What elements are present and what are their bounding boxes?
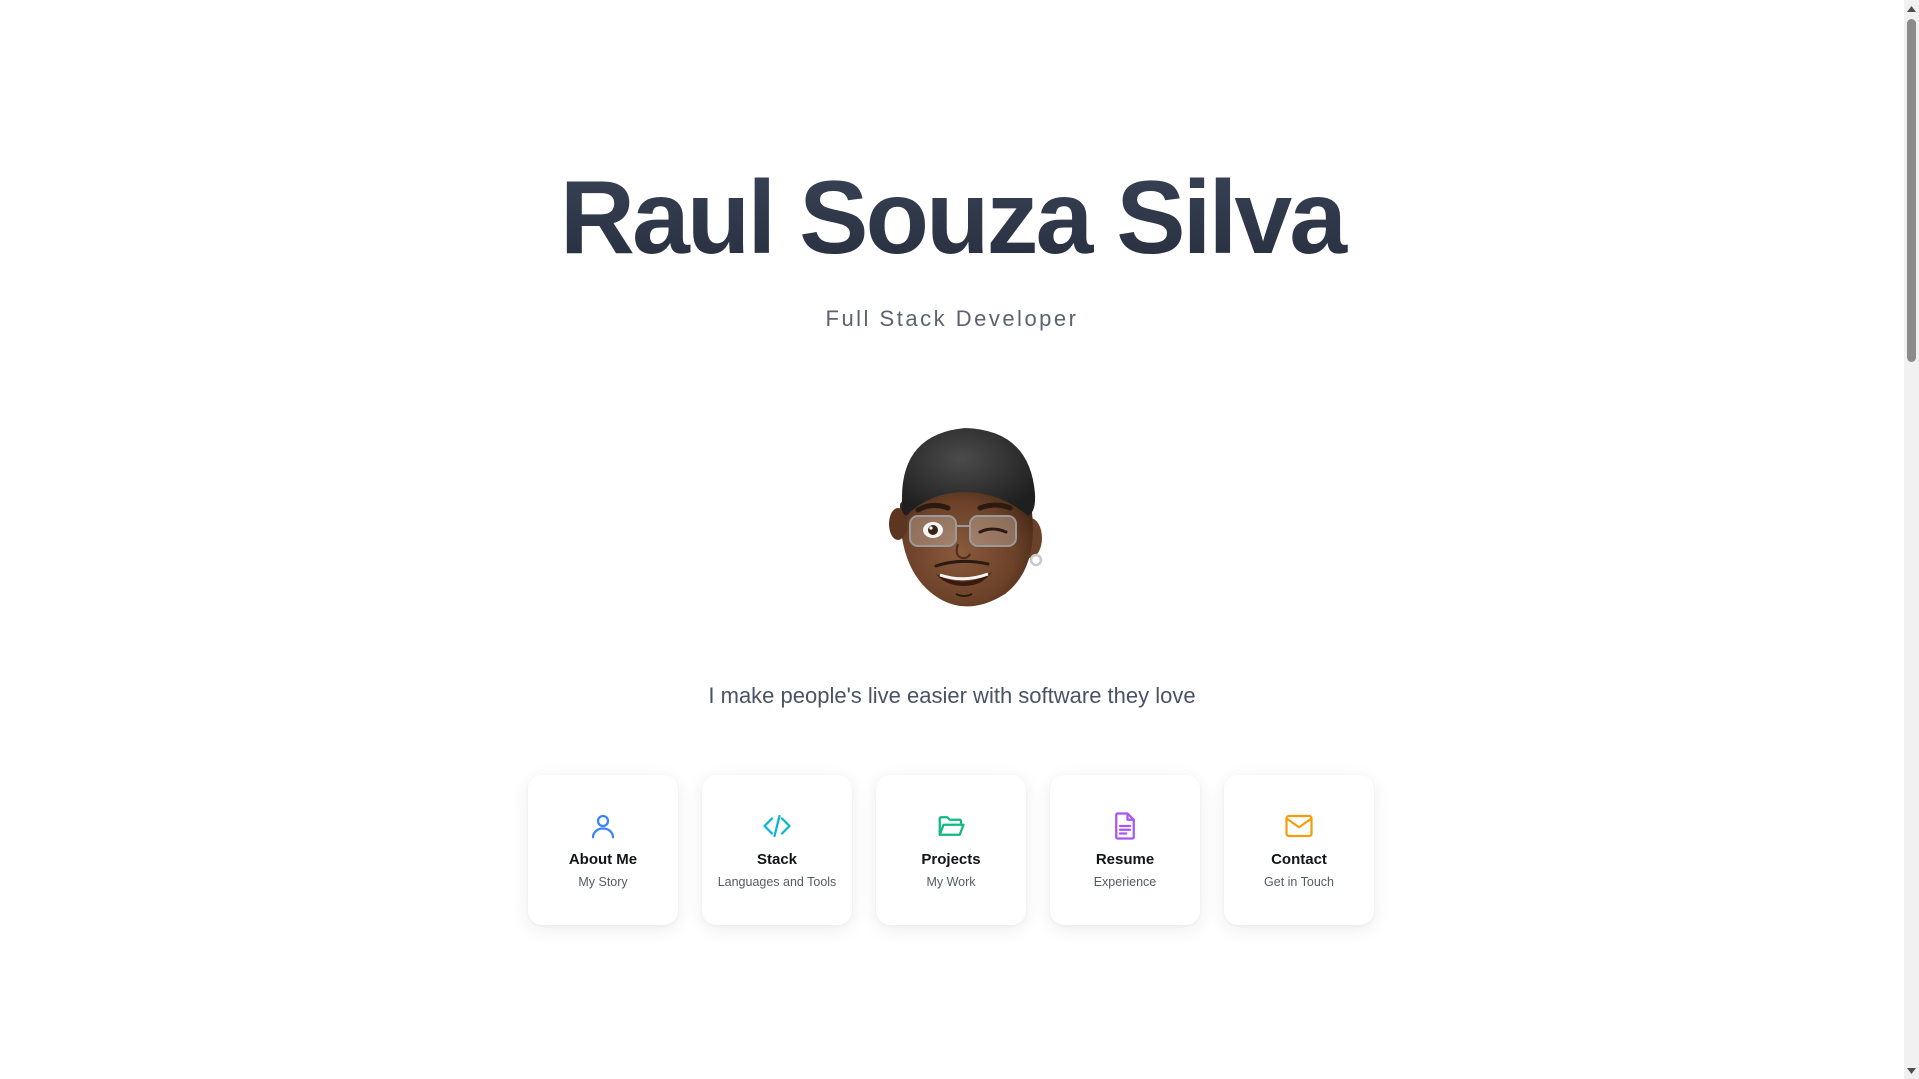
scroll-up-arrow-icon[interactable] (1904, 0, 1919, 17)
card-sublabel: My Story (578, 874, 628, 889)
scrollbar-thumb[interactable] (1907, 19, 1916, 362)
document-icon (1110, 811, 1140, 841)
stack-card[interactable]: Stack Languages and Tools (702, 775, 852, 925)
projects-card[interactable]: Projects My Work (876, 775, 1026, 925)
mail-icon (1284, 811, 1314, 841)
nav-cards: About Me My Story Stack Languages and To… (528, 775, 1374, 925)
card-label: Resume (1095, 850, 1155, 868)
page: Raul Souza Silva Full Stack Developer I … (0, 0, 1904, 1079)
about-me-card[interactable]: About Me My Story (528, 775, 678, 925)
card-label: Projects (921, 850, 981, 868)
card-label: Contact (1271, 850, 1327, 868)
contact-card[interactable]: Contact Get in Touch (1224, 775, 1374, 925)
card-sublabel: Get in Touch (1264, 874, 1334, 889)
resume-card[interactable]: Resume Experience (1050, 775, 1200, 925)
card-label: Stack (756, 850, 798, 868)
folder-open-icon (936, 811, 966, 841)
code-icon (762, 811, 792, 841)
card-sublabel: Experience (1093, 874, 1157, 889)
hero-role: Full Stack Developer (825, 306, 1079, 331)
vertical-scrollbar[interactable] (1904, 0, 1919, 1079)
memoji-avatar-icon (870, 394, 1050, 614)
card-sublabel: My Work (926, 874, 976, 889)
hero-name: Raul Souza Silva (0, 158, 1904, 278)
user-icon (588, 811, 618, 841)
card-label: About Me (568, 850, 638, 868)
card-sublabel: Languages and Tools (717, 874, 837, 889)
scroll-down-arrow-icon[interactable] (1904, 1062, 1919, 1079)
tagline: I make people's live easier with softwar… (708, 683, 1196, 708)
